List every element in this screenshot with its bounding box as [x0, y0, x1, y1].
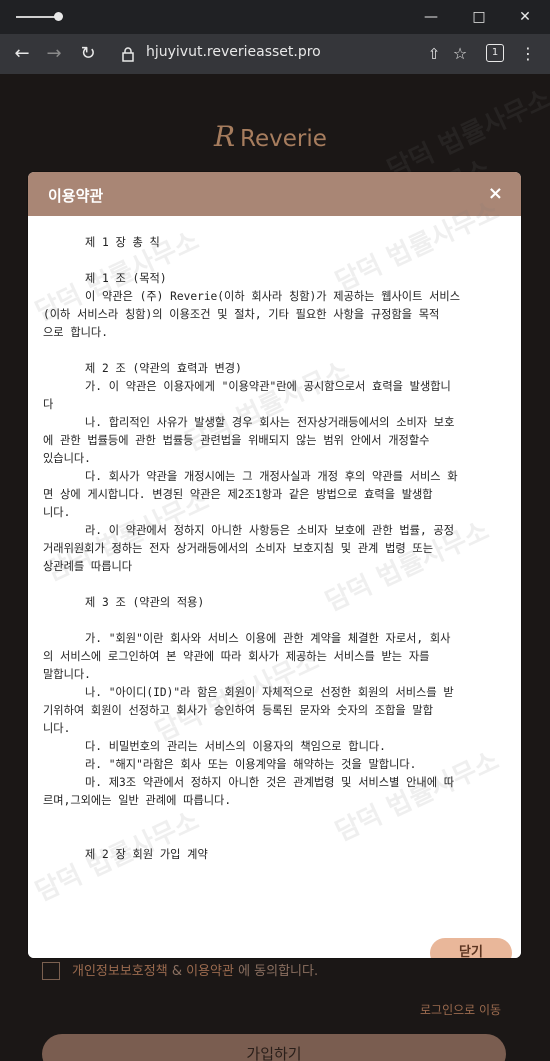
privacy-policy-link[interactable]: 개인정보보호정책 [72, 964, 168, 979]
terms-line: 거래위원회가 정하는 전자 상거래등에서의 소비자 보호지침 및 관계 법령 또… [43, 542, 433, 555]
share-icon[interactable]: ⇧ [422, 42, 446, 66]
terms-line: 가. 이 약관은 이용자에게 "이용약관"란에 공시함으로서 효력을 발생합니 [85, 380, 451, 393]
logo-icon: R [214, 120, 236, 153]
terms-line: 기위하여 회원이 선정하고 회사가 승인하여 등록된 문자와 숫자의 조합을 말… [43, 704, 433, 717]
logo-text: Reverie [240, 126, 327, 152]
terms-line: (이하 서비스라 칭함)의 이용조건 및 절차, 기타 필요한 사항을 규정함을… [43, 308, 440, 321]
window-titlebar: — □ ✕ [0, 0, 550, 34]
terms-line [43, 810, 501, 828]
minimize-icon[interactable]: — [418, 6, 444, 28]
terms-line: 이 약관은 (주) Reverie(이하 회사라 칭함)가 제공하는 웹사이트 … [85, 290, 460, 303]
terms-line: 다. 비밀번호의 관리는 서비스의 이용자의 책임으로 합니다. [85, 740, 386, 753]
terms-line: 니다. [43, 722, 71, 735]
reload-icon[interactable]: ↻ [76, 42, 100, 66]
terms-line [43, 828, 501, 846]
slider-knob[interactable] [54, 12, 63, 21]
terms-line: 제 3 조 (약관의 적용) [85, 596, 205, 609]
modal-body[interactable]: 담덕 법률사무소 담덕 법률사무소 담덕 법률사무소 담덕 법률사무소 담덕 법… [28, 196, 521, 958]
terms-line [43, 252, 501, 270]
menu-icon[interactable]: ⋮ [516, 42, 540, 66]
terms-line: 니다. [43, 506, 71, 519]
terms-line: 마. 제3조 약관에서 정하지 아니한 것은 관계법령 및 서비스별 안내에 따 [85, 776, 455, 789]
terms-line: 의 서비스에 로그인하여 본 약관에 따라 회사가 제공하는 서비스를 받는 자… [43, 650, 430, 663]
checkbox-icon[interactable] [42, 962, 60, 980]
terms-line: 제 2 조 (약관의 효력과 변경) [85, 362, 242, 375]
agree-label: 개인정보보호정책 & 이용약관 에 동의합니다. [72, 960, 318, 979]
terms-line [43, 342, 501, 360]
address-bar[interactable]: hjuyivut.reverieasset.pro [146, 44, 321, 60]
terms-line: 면 상에 게시합니다. 변경된 약관은 제2조1항과 같은 방법으로 효력을 발… [43, 488, 433, 501]
terms-link[interactable]: 이용약관 [186, 964, 234, 979]
close-button[interactable]: 닫기 [430, 938, 512, 958]
agree-sep: & [167, 964, 187, 979]
terms-line: 으로 합니다. [43, 326, 108, 339]
login-link[interactable]: 로그인으로 이동 [420, 1001, 501, 1018]
terms-line: 제 2 장 회원 가입 계약 [85, 848, 208, 861]
close-window-icon[interactable]: ✕ [512, 6, 538, 28]
terms-line: 제 1 조 (목적) [85, 272, 167, 285]
terms-line: 다 [43, 398, 54, 411]
terms-line: 다. 회사가 약관을 개정시에는 그 개정사실과 개정 후의 약관를 서비스 화 [85, 470, 458, 483]
terms-line: 나. "아이디(ID)"라 함은 회원이 자체적으로 선정한 회원의 서비스를 … [85, 686, 454, 699]
browser-toolbar: ← → ↻ hjuyivut.reverieasset.pro ⇧ ☆ 1 ⋮ [0, 34, 550, 74]
terms-line: 르며,그외에는 일반 관례에 따릅니다. [43, 794, 232, 807]
join-button[interactable]: 가입하기 [42, 1034, 506, 1061]
terms-line: 상관례를 따릅니다 [43, 560, 133, 573]
terms-modal: 이용약관 × 담덕 법률사무소 담덕 법률사무소 담덕 법률사무소 담덕 법률사… [28, 172, 521, 958]
terms-line: 가. "회원"이란 회사와 서비스 이용에 관한 계약을 체결한 자로서, 회사 [85, 632, 451, 645]
tabs-icon[interactable]: 1 [486, 44, 504, 62]
bookmark-icon[interactable]: ☆ [448, 42, 472, 66]
back-icon[interactable]: ← [10, 42, 34, 66]
terms-line: 에 관한 법률등에 관한 법률등 관련법을 위배되지 않는 범위 안에서 개정할… [43, 434, 430, 447]
maximize-icon[interactable]: □ [466, 6, 492, 28]
terms-line: 라. 이 약관에서 정하지 아니한 사항등은 소비자 보호에 관한 법률, 공정 [85, 524, 455, 537]
lock-icon[interactable] [120, 46, 136, 62]
terms-line: 말합니다. [43, 668, 91, 681]
terms-line [43, 576, 501, 594]
terms-line: 있습니다. [43, 452, 91, 465]
terms-line: 제 1 장 총 칙 [85, 236, 160, 249]
forward-icon[interactable]: → [42, 42, 66, 66]
terms-line: 나. 합리적인 사유가 발생할 경우 회사는 전자상거래등에서의 소비자 보호 [85, 416, 455, 429]
terms-line [43, 612, 501, 630]
terms-text: 제 1 장 총 칙제 1 조 (목적) 이 약관은 (주) Reverie(이하 … [43, 234, 501, 864]
terms-line: 라. "해지"라함은 회사 또는 이용계약을 해약하는 것을 말합니다. [85, 758, 417, 771]
agree-suffix: 에 동의합니다. [233, 964, 319, 979]
modal-title: 이용약관 [48, 187, 104, 205]
